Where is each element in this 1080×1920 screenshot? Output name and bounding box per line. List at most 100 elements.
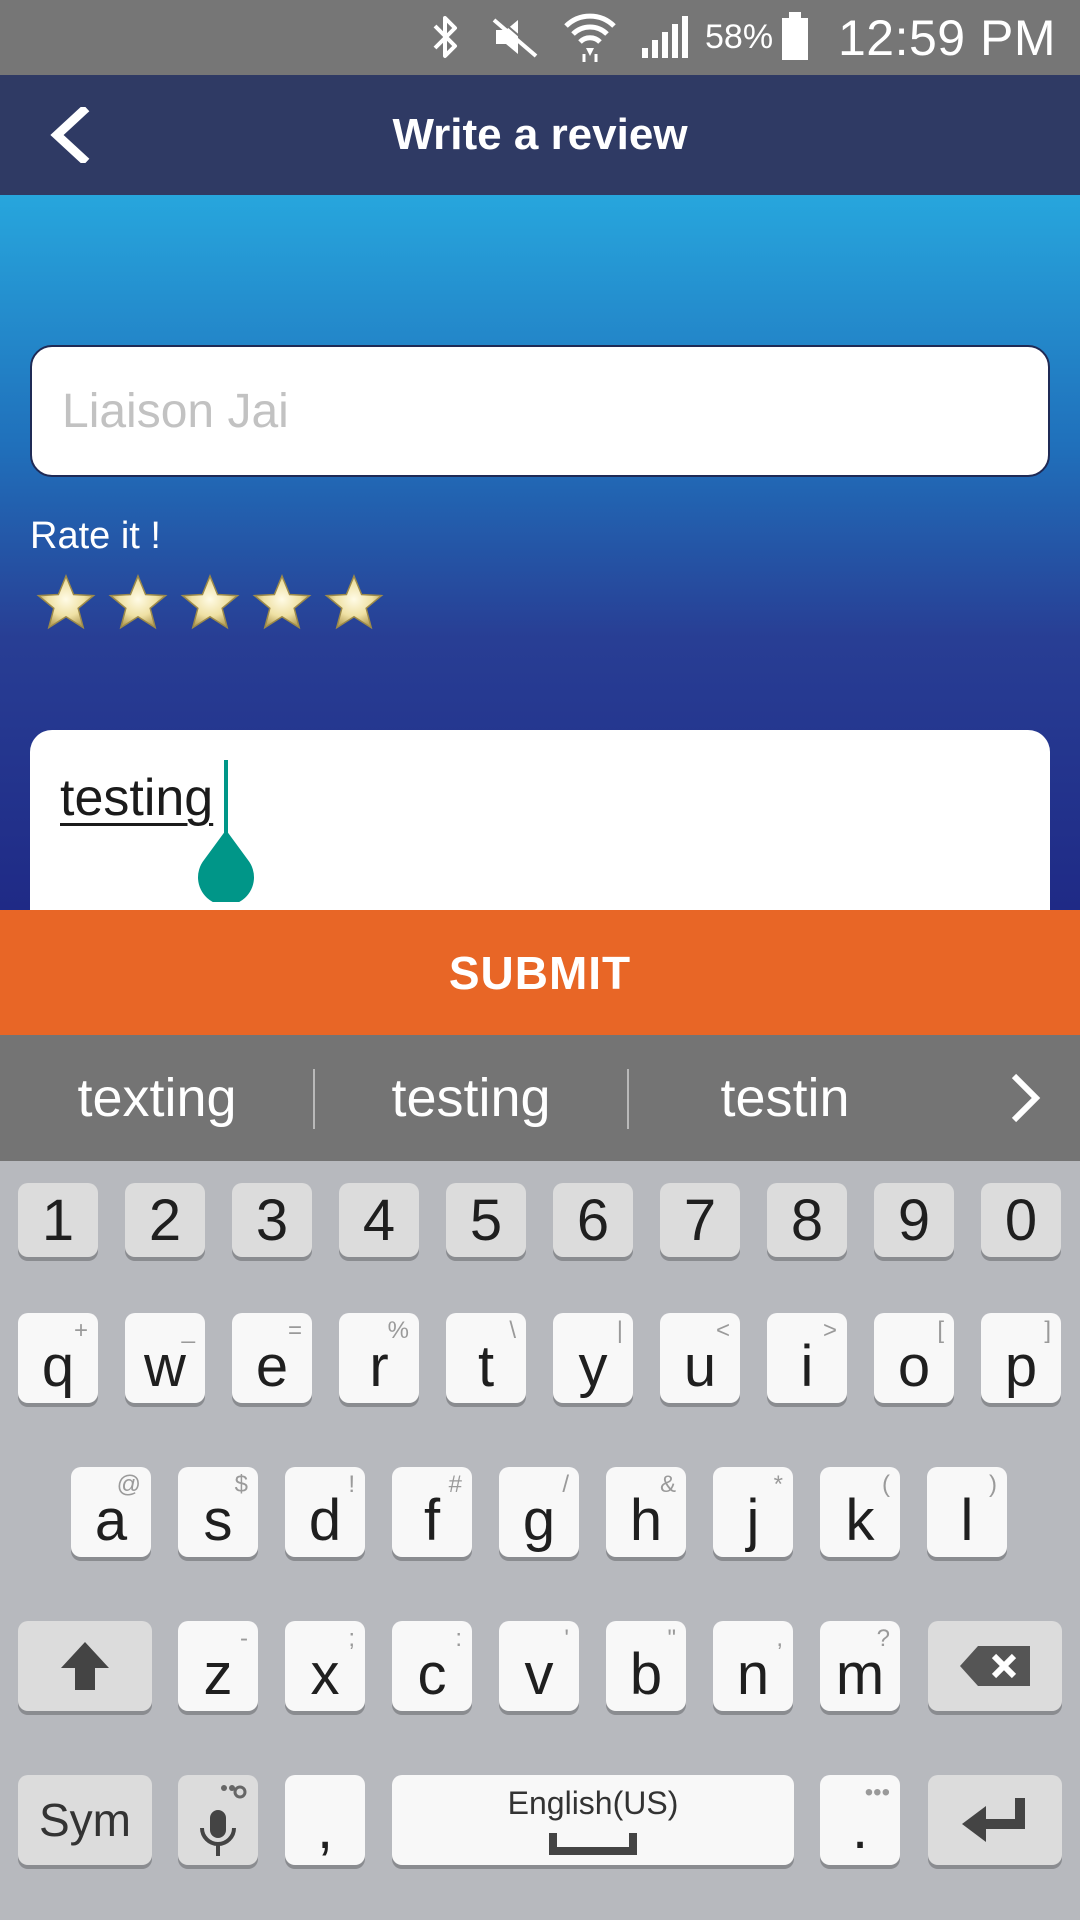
review-form: Rate it ! testing [0, 195, 1080, 910]
key-1[interactable]: 1 [18, 1183, 98, 1257]
key-hint: + [73, 1317, 88, 1344]
key-b[interactable]: " b [606, 1621, 686, 1711]
key-g[interactable]: / g [499, 1467, 579, 1557]
key-o[interactable]: [o [874, 1313, 954, 1403]
status-time: 12:59 PM [837, 9, 1056, 66]
key-label: m [835, 1641, 885, 1707]
keyboard: 1 2 3 4 5 6 7 8 9 0 + q _ w = e% r \ t | y < u > i[o] p @ a $ s! d # f / g… [0, 1161, 1080, 1920]
key-p[interactable]: ] p [981, 1313, 1061, 1403]
comma-key[interactable]: , [285, 1775, 365, 1865]
key-label: k [845, 1487, 875, 1553]
suggestion-item[interactable]: testing [314, 1035, 628, 1161]
key-9[interactable]: 9 [874, 1183, 954, 1257]
key-q[interactable]: + q [18, 1313, 98, 1403]
key-label: g [522, 1487, 556, 1553]
key-label: t [477, 1333, 495, 1399]
star-icon[interactable] [180, 573, 240, 633]
shift-key[interactable] [18, 1621, 152, 1711]
battery-icon [782, 12, 808, 60]
star-icon[interactable] [324, 573, 384, 633]
key-hint: \ [509, 1317, 516, 1344]
key-7[interactable]: 7 [660, 1183, 740, 1257]
submit-button[interactable]: SUBMIT [0, 910, 1080, 1035]
key-m[interactable]: ? m [820, 1621, 900, 1711]
key-label: r [369, 1333, 389, 1399]
key-label: 2 [148, 1187, 182, 1253]
key-h[interactable]: & h [606, 1467, 686, 1557]
more-suggestions-button[interactable] [970, 1035, 1080, 1161]
name-field[interactable] [30, 345, 1050, 477]
key-f[interactable]: # f [392, 1467, 472, 1557]
key-label: o [897, 1333, 931, 1399]
key-3[interactable]: 3 [232, 1183, 312, 1257]
key-hint: # [448, 1471, 462, 1498]
key-n[interactable]: ,n [713, 1621, 793, 1711]
key-hint: & [659, 1471, 676, 1498]
star-icon[interactable] [36, 573, 96, 633]
key-label: 4 [362, 1187, 396, 1253]
key-hint: % [387, 1317, 409, 1344]
suggestion-item[interactable]: texting [0, 1035, 314, 1161]
key-c[interactable]: :c [392, 1621, 472, 1711]
suggestion-item[interactable]: testin [628, 1035, 942, 1161]
enter-key[interactable] [928, 1775, 1062, 1865]
backspace-icon [960, 1646, 1030, 1686]
key-6[interactable]: 6 [553, 1183, 633, 1257]
star-rating[interactable] [36, 573, 384, 633]
key-x[interactable]: ; x [285, 1621, 365, 1711]
backspace-key[interactable] [928, 1621, 1062, 1711]
sym-key[interactable]: Sym [18, 1775, 152, 1865]
period-key[interactable]: •••. [820, 1775, 900, 1865]
key-5[interactable]: 5 [446, 1183, 526, 1257]
key-k[interactable]: (k [820, 1467, 900, 1557]
key-a[interactable]: @ a [71, 1467, 151, 1557]
key-hint: , [776, 1625, 783, 1652]
key-z[interactable]: -z [178, 1621, 258, 1711]
enter-arrow-icon [962, 1798, 1025, 1842]
star-icon[interactable] [252, 573, 312, 633]
key-t[interactable]: \ t [446, 1313, 526, 1403]
key-hint: [ [937, 1317, 944, 1344]
key-label: . [851, 1795, 869, 1861]
key-label: l [960, 1487, 974, 1553]
key-j[interactable]: * j [713, 1467, 793, 1557]
key-v[interactable]: ' v [499, 1621, 579, 1711]
key-label: z [203, 1641, 233, 1707]
key-label: 5 [469, 1187, 503, 1253]
battery-percent: 58% [705, 18, 774, 56]
key-l[interactable]: ) l [927, 1467, 1007, 1557]
key-label: i [800, 1333, 814, 1399]
key-hint: ] [1044, 1317, 1051, 1344]
key-8[interactable]: 8 [767, 1183, 847, 1257]
key-label: 9 [897, 1187, 931, 1253]
key-label: w [144, 1333, 186, 1399]
key-hint: " [667, 1625, 676, 1652]
back-button[interactable] [20, 75, 120, 195]
key-label: c [417, 1641, 447, 1707]
key-i[interactable]: > i [767, 1313, 847, 1403]
key-d[interactable]: ! d [285, 1467, 365, 1557]
key-0[interactable]: 0 [981, 1183, 1061, 1257]
key-w[interactable]: _ w [125, 1313, 205, 1403]
key-hint: / [562, 1471, 569, 1498]
key-2[interactable]: 2 [125, 1183, 205, 1257]
key-r[interactable]: % r [339, 1313, 419, 1403]
key-e[interactable]: = e [232, 1313, 312, 1403]
key-s[interactable]: $ s [178, 1467, 258, 1557]
key-label: e [255, 1333, 289, 1399]
key-label: 8 [790, 1187, 824, 1253]
review-textarea[interactable]: testing [30, 730, 1050, 910]
cursor-handle[interactable] [196, 830, 256, 902]
key-hint: ! [348, 1471, 355, 1498]
space-key[interactable]: English(US) [392, 1775, 794, 1865]
key-4[interactable]: 4 [339, 1183, 419, 1257]
suggestion-bar: texting testing testin [0, 1035, 1080, 1161]
key-hint: $ [234, 1471, 248, 1498]
key-y[interactable]: | y [553, 1313, 633, 1403]
key-label: 7 [683, 1187, 717, 1253]
star-icon[interactable] [108, 573, 168, 633]
key-u[interactable]: < u [660, 1313, 740, 1403]
key-label: h [629, 1487, 663, 1553]
chevron-right-icon [1011, 1073, 1041, 1123]
microphone-key[interactable] [178, 1775, 258, 1865]
